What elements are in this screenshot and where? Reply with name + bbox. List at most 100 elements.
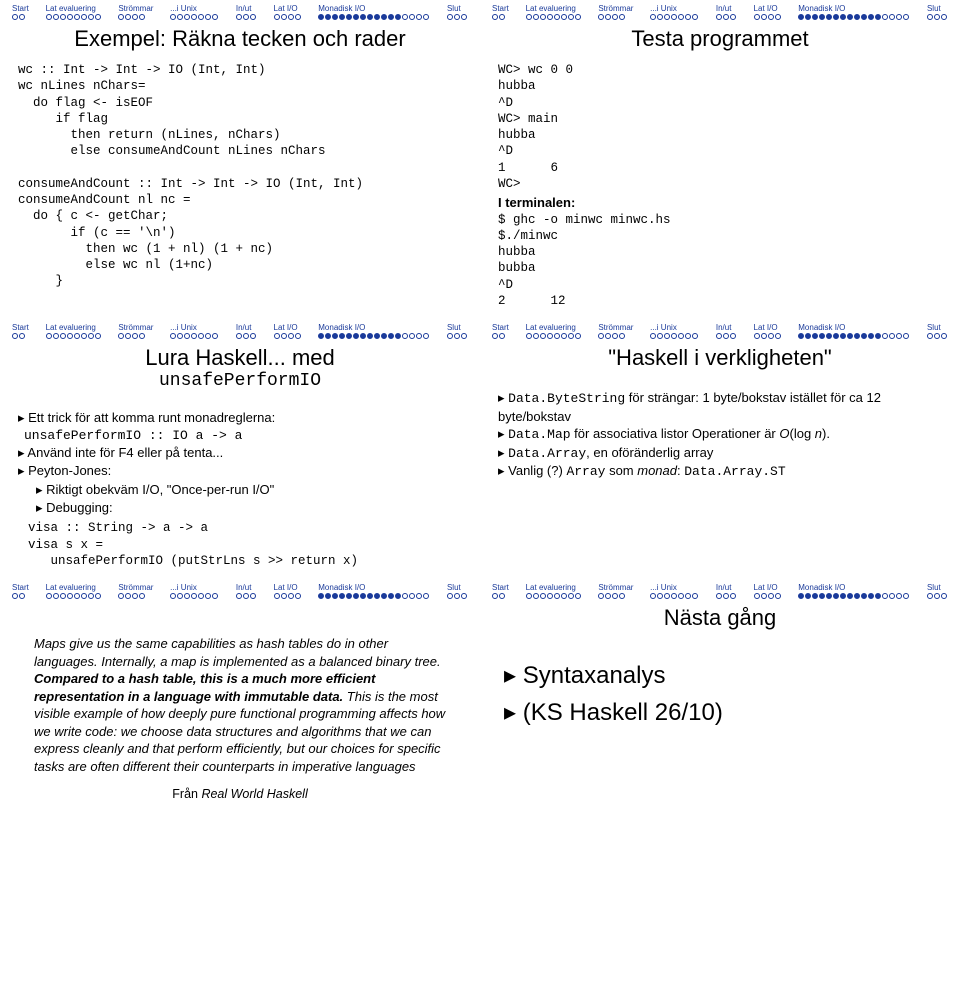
bullet-text: (log xyxy=(790,426,815,441)
nav-label: Start xyxy=(492,4,509,13)
nav-item[interactable]: Lat evaluering xyxy=(46,4,102,20)
nav-item[interactable]: Start xyxy=(492,323,509,339)
nav-item[interactable]: Monadisk I/O xyxy=(318,583,430,599)
nav-item[interactable]: Lat evaluering xyxy=(46,583,102,599)
nav-item[interactable]: ...i Unix xyxy=(170,323,219,339)
nav-label: Strömmar xyxy=(598,4,633,13)
nav-dots xyxy=(650,14,699,20)
nav-label: Start xyxy=(12,323,29,332)
nav-item[interactable]: In/ut xyxy=(716,4,737,20)
nav-item[interactable]: Slut xyxy=(927,323,948,339)
nav-dots xyxy=(46,333,102,339)
nav-label: Strömmar xyxy=(118,583,153,592)
nav-dots xyxy=(716,593,737,599)
nav-item[interactable]: In/ut xyxy=(716,323,737,339)
nav-label: Slut xyxy=(927,4,941,13)
terminal-label: I terminalen: xyxy=(498,194,936,212)
nav-label: Start xyxy=(492,323,509,332)
nav-dots xyxy=(798,14,910,20)
nav-label: Start xyxy=(492,583,509,592)
nav-item[interactable]: Lat I/O xyxy=(274,583,302,599)
nav-item[interactable]: Lat I/O xyxy=(754,323,782,339)
nav-label: Monadisk I/O xyxy=(318,323,365,332)
nav-item[interactable]: Start xyxy=(12,4,29,20)
nav-item[interactable]: ...i Unix xyxy=(170,583,219,599)
nav-dots xyxy=(170,333,219,339)
italic-text: monad xyxy=(637,463,677,478)
nav-dots xyxy=(650,593,699,599)
nav-item[interactable]: ...i Unix xyxy=(650,4,699,20)
nav-label: Lat evaluering xyxy=(526,583,576,592)
nav-item[interactable]: Monadisk I/O xyxy=(798,583,910,599)
nav-label: In/ut xyxy=(716,583,732,592)
cite-prefix: Från xyxy=(172,787,201,801)
nav-item[interactable]: Lat evaluering xyxy=(526,583,582,599)
nav-dots xyxy=(318,593,430,599)
nav-item[interactable]: Slut xyxy=(447,583,468,599)
nav-item[interactable]: Strömmar xyxy=(118,583,153,599)
list-item: Debugging: xyxy=(36,499,472,517)
nav-label: Lat I/O xyxy=(754,583,778,592)
nav-dots xyxy=(716,333,737,339)
nav-item[interactable]: In/ut xyxy=(236,323,257,339)
nav-dots xyxy=(492,333,506,339)
nav-label: In/ut xyxy=(716,323,732,332)
nav-item[interactable]: Monadisk I/O xyxy=(798,4,910,20)
inline-code: Data.Array xyxy=(508,446,586,461)
nav-item[interactable]: ...i Unix xyxy=(650,323,699,339)
nav-item[interactable]: Lat I/O xyxy=(754,583,782,599)
nav-dots xyxy=(447,593,468,599)
nav-item[interactable]: In/ut xyxy=(716,583,737,599)
nav-item[interactable]: Monadisk I/O xyxy=(798,323,910,339)
nav-item[interactable]: Lat evaluering xyxy=(46,323,102,339)
nav-label: Lat I/O xyxy=(274,4,298,13)
slide-title: Nästa gång xyxy=(488,605,952,631)
nav-item[interactable]: In/ut xyxy=(236,4,257,20)
nav-dots xyxy=(650,333,699,339)
list-item: Data.ByteString för strängar: 1 byte/bok… xyxy=(498,389,952,425)
code-block: wc :: Int -> Int -> IO (Int, Int) wc nLi… xyxy=(18,62,462,290)
nav-item[interactable]: Slut xyxy=(927,583,948,599)
nav-label: Lat I/O xyxy=(754,323,778,332)
nav-item[interactable]: ...i Unix xyxy=(170,4,219,20)
nav-item[interactable]: Slut xyxy=(927,4,948,20)
nav-item[interactable]: Lat I/O xyxy=(274,4,302,20)
nav-item[interactable]: Lat evaluering xyxy=(526,4,582,20)
list-item: Ett trick för att komma runt monadregler… xyxy=(18,409,472,444)
nav-item[interactable]: Strömmar xyxy=(118,4,153,20)
nav-dots xyxy=(12,14,26,20)
nav-item[interactable]: Strömmar xyxy=(118,323,153,339)
nav-item[interactable]: Strömmar xyxy=(598,4,633,20)
nav-item[interactable]: Monadisk I/O xyxy=(318,4,430,20)
slide-3: Start Lat evaluering Strömmar ...i Unix In/u… xyxy=(0,319,480,579)
nav-item[interactable]: Lat I/O xyxy=(274,323,302,339)
nav-label: Lat evaluering xyxy=(46,583,96,592)
nav-item[interactable]: Lat evaluering xyxy=(526,323,582,339)
inline-code: unsafePerformIO :: IO a -> a xyxy=(24,427,472,445)
nav-item[interactable]: ...i Unix xyxy=(650,583,699,599)
nav-item[interactable]: Monadisk I/O xyxy=(318,323,430,339)
nav-row: Start Lat evaluering Strömmar ...i Unix In/u… xyxy=(492,323,948,339)
nav-label: Lat I/O xyxy=(754,4,778,13)
nav-label: In/ut xyxy=(236,583,252,592)
nav-item[interactable]: Start xyxy=(12,583,29,599)
quote-text: Maps give us the same capabilities as ha… xyxy=(34,636,441,669)
nav-item[interactable]: In/ut xyxy=(236,583,257,599)
inline-code: Data.Map xyxy=(508,427,570,442)
nav-item[interactable]: Start xyxy=(492,4,509,20)
nav-item[interactable]: Start xyxy=(492,583,509,599)
nav-item[interactable]: Slut xyxy=(447,4,468,20)
slide-title: Testa programmet xyxy=(488,26,952,52)
nav-label: ...i Unix xyxy=(170,323,197,332)
bullet-text: Peyton-Jones: xyxy=(28,463,111,478)
list-item: Vanlig (?) Array som monad: Data.Array.S… xyxy=(498,462,952,481)
nav-item[interactable]: Strömmar xyxy=(598,583,633,599)
nav-label: ...i Unix xyxy=(650,323,677,332)
nav-item[interactable]: Slut xyxy=(447,323,468,339)
list-item: Data.Map för associativa listor Operatio… xyxy=(498,425,952,444)
nav-item[interactable]: Start xyxy=(12,323,29,339)
nav-label: ...i Unix xyxy=(170,4,197,13)
nav-item[interactable]: Lat I/O xyxy=(754,4,782,20)
nav-dots xyxy=(318,14,430,20)
nav-item[interactable]: Strömmar xyxy=(598,323,633,339)
